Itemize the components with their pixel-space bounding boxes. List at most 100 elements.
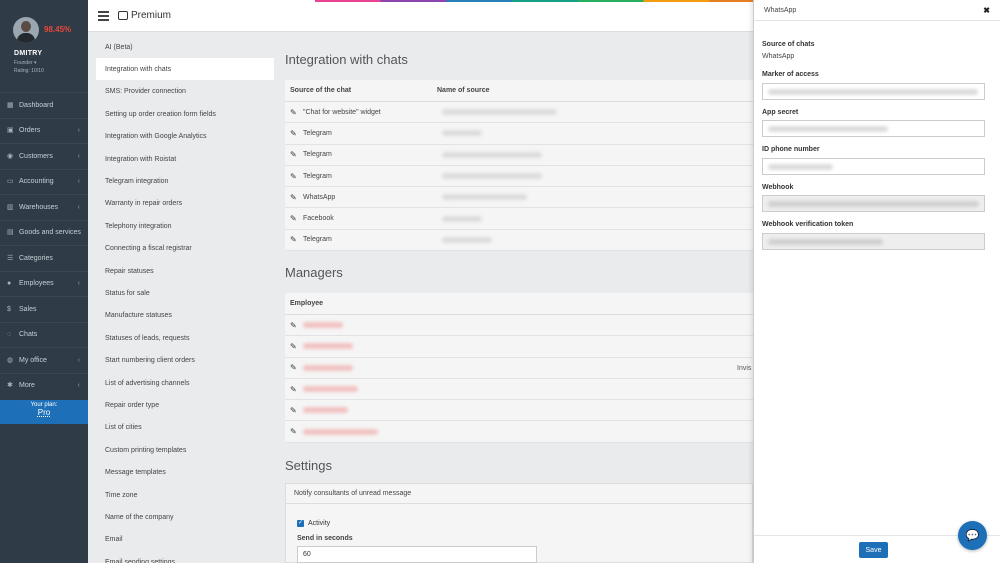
menu-item[interactable]: Start numbering client orders [96,350,274,372]
person-icon: ◍ [7,356,14,364]
pencil-icon[interactable]: ✎ [290,214,299,223]
menu-item[interactable]: Message templates [96,462,274,484]
chats-title: Integration with chats [285,52,408,67]
nav-item-dashboard[interactable]: ▦ Dashboard [0,92,88,117]
nav-label: Customers [19,152,53,160]
pencil-icon[interactable]: ✎ [290,363,299,372]
marker-input[interactable] [762,83,985,100]
menu-item[interactable]: Custom printing templates [96,439,274,461]
activity-label: Activity [308,520,331,527]
pencil-icon[interactable]: ✎ [290,427,299,436]
nav-item-orders[interactable]: ▣ Orders ‹ [0,117,88,143]
menu-item[interactable]: Integration with Google Analytics [96,126,274,148]
menu-item[interactable]: Email [96,529,274,551]
pencil-icon[interactable]: ✎ [290,172,299,181]
pencil-icon[interactable]: ✎ [290,150,299,159]
token-label: Webhook verification token [762,221,854,228]
menu-item[interactable]: SMS: Provider connection [96,81,274,103]
nav-label: Chats [19,331,38,338]
user-name[interactable]: DMITRY [14,50,42,57]
pencil-icon[interactable]: ✎ [290,129,299,138]
check-icon[interactable]: ✓ [297,520,304,527]
menu-item[interactable]: Email sending settings [96,551,274,563]
menu-item[interactable]: Integration with chats [96,58,274,81]
nav-label: Warehouses [19,203,59,211]
chat-source: Telegram [303,172,332,180]
pencil-icon[interactable]: ✎ [290,235,299,244]
menu-item[interactable]: Warranty in repair orders [96,193,274,215]
nav-item-sales[interactable]: $ Sales [0,296,88,321]
col-name: Name of source [437,87,490,94]
menu-item[interactable]: Setting up order creation form fields [96,103,274,125]
table-row: ✎ [285,421,753,443]
plan-badge[interactable]: Your plan: Pro [0,400,88,424]
menu-item[interactable]: Statuses of leads, requests [96,327,274,349]
notify-header[interactable]: Notify consultants of unread message [286,484,752,504]
menu-toggle-icon[interactable] [98,11,109,21]
nav-item-customers[interactable]: ◉ Customers ‹ [0,143,88,168]
plan-name[interactable]: Pro [0,408,88,417]
token-input[interactable] [762,233,985,250]
menu-item[interactable]: Name of the company [96,506,274,528]
nav-label: Accounting [19,178,54,185]
menu-item[interactable]: Telephony integration [96,215,274,237]
save-button[interactable]: Save [859,542,888,558]
managers-table: Employee ✎ ✎ ✎ ✎ ✎ ✎ [285,293,753,443]
pencil-icon[interactable]: ✎ [290,193,299,202]
chart-icon: ▦ [7,101,14,109]
nav-label: Employees [19,280,54,287]
chevron-left-icon: ‹ [77,382,80,389]
nav-item-accounting[interactable]: ▭ Accounting ‹ [0,168,88,194]
menu-item[interactable]: Repair statuses [96,260,274,282]
menu-item[interactable]: Connecting a fiscal registrar [96,238,274,260]
pencil-icon[interactable]: ✎ [290,406,299,415]
nav-item-warehouses[interactable]: ▥ Warehouses ‹ [0,194,88,219]
menu-item[interactable]: AI (Beta) [96,36,274,58]
phone-input[interactable] [762,158,985,175]
user-role[interactable]: Founder ▾ [14,60,37,66]
nav-item-goods-and-services[interactable]: ▤ Goods and services [0,219,88,245]
pencil-icon[interactable]: ✎ [290,385,299,394]
chat-bubble-icon[interactable]: 💬 [958,521,987,550]
menu-item[interactable]: Telegram integration [96,170,274,192]
send-seconds-label: Send in seconds [297,535,353,542]
menu-item[interactable]: Repair order type [96,394,274,416]
nav-label: Dashboard [19,101,54,109]
close-icon[interactable]: ✖ [983,6,990,15]
nav-item-more[interactable]: ✱ More ‹ [0,372,88,398]
table-row: ✎ Facebook [285,208,753,230]
pencil-icon[interactable]: ✎ [290,108,299,117]
nav-label: My office [19,356,47,364]
whatsapp-panel: WhatsApp ✖ Source of chats WhatsApp Mark… [753,0,1000,563]
source-value: WhatsApp [762,53,795,60]
webhook-input[interactable] [762,195,985,212]
main-sidebar: 98.45% DMITRY Founder ▾ Rating: 10/10 ▦ D… [0,0,88,563]
table-row: ✎ Telegram [285,123,753,145]
menu-item[interactable]: Time zone [96,484,274,506]
chat-source: Facebook [303,215,334,223]
nav-item-categories[interactable]: ☰ Categories [0,245,88,270]
settings-title: Settings [285,458,332,473]
nav-item-my-office[interactable]: ◍ My office ‹ [0,347,88,372]
table-row: ✎ [285,315,753,337]
activity-checkbox-row[interactable]: ✓ Activity [297,520,330,527]
chat-icon: ◌ [7,331,12,338]
brand-label: Premium [131,10,172,21]
nav-label: Sales [19,305,37,313]
panel-header: WhatsApp ✖ [754,0,1000,21]
list-icon: ☰ [7,254,14,262]
secret-input[interactable] [762,120,985,137]
avatar[interactable] [13,17,39,43]
menu-item[interactable]: List of advertising channels [96,372,274,394]
premium-logo-icon [118,11,128,20]
menu-item[interactable]: Integration with Roistat [96,148,274,170]
send-seconds-input[interactable]: 60 [297,546,537,563]
pencil-icon[interactable]: ✎ [290,342,299,351]
menu-item[interactable]: Manufacture statuses [96,305,274,327]
menu-item[interactable]: List of cities [96,417,274,439]
menu-item[interactable]: Status for sale [96,282,274,304]
chat-source: Telegram [303,236,332,244]
nav-item-employees[interactable]: ● Employees ‹ [0,270,88,296]
pencil-icon[interactable]: ✎ [290,321,299,330]
nav-item-chats[interactable]: ◌ Chats [0,321,88,347]
